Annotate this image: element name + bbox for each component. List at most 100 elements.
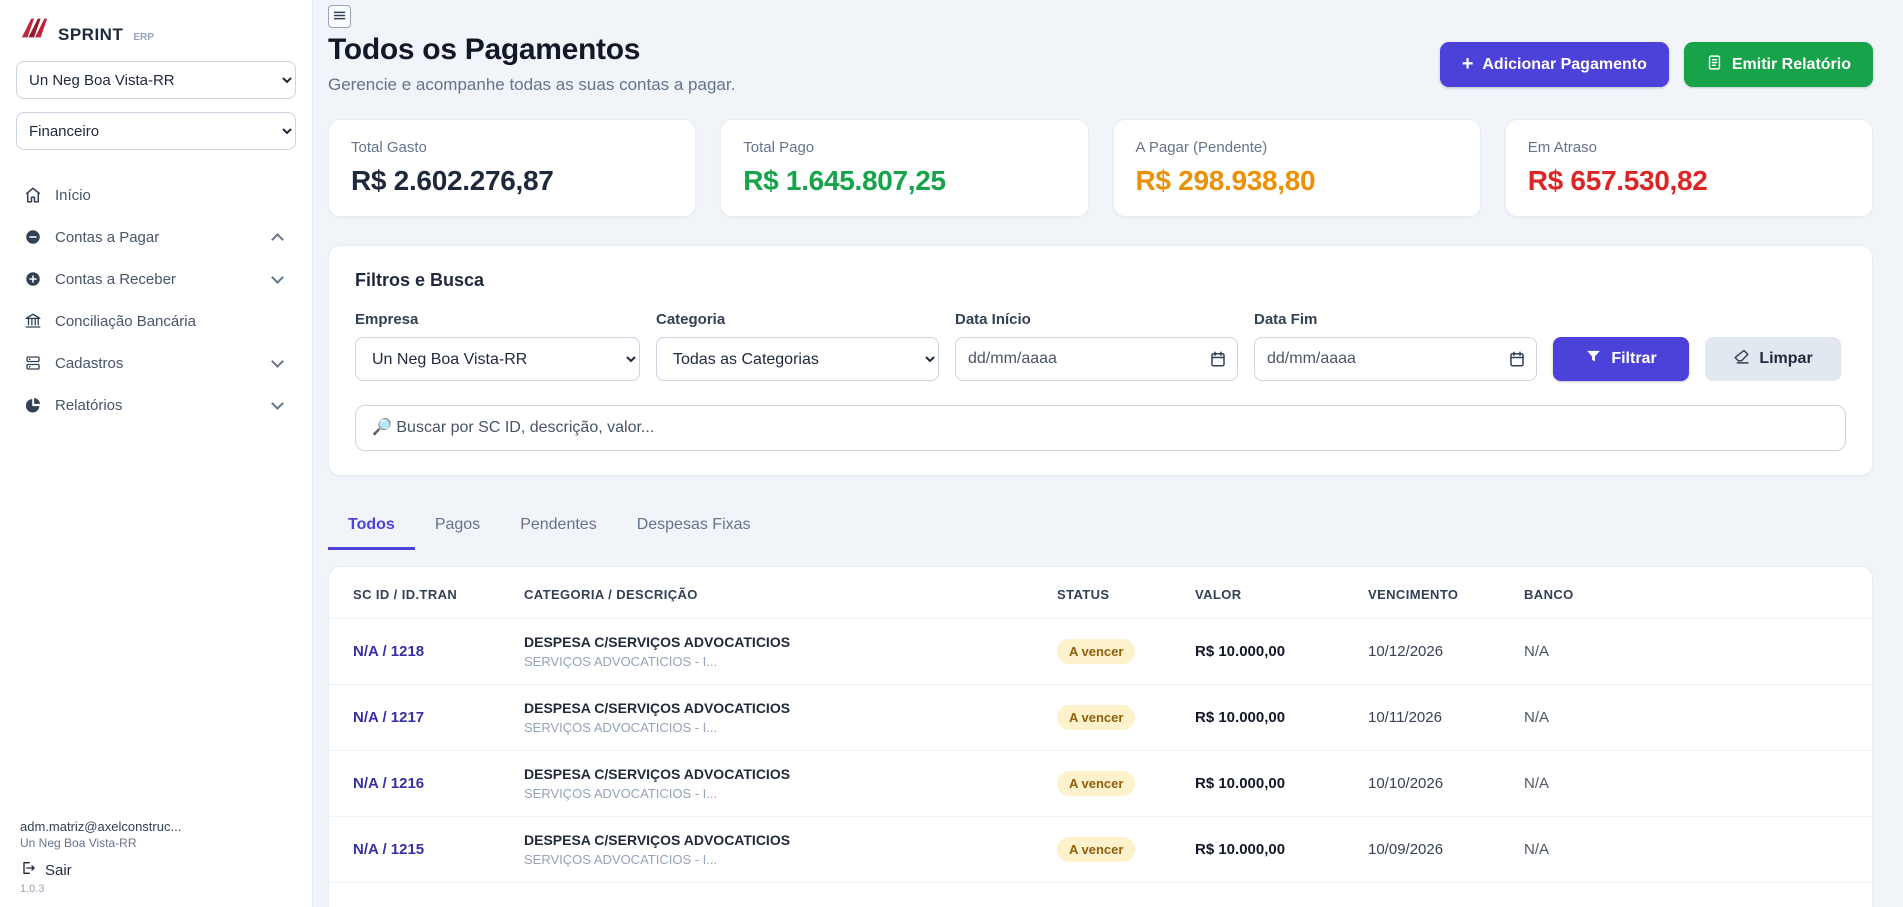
search-row: [355, 405, 1846, 451]
page-actions: + Adicionar Pagamento Emitir Relatório: [1440, 42, 1873, 87]
stat-value: R$ 298.938,80: [1136, 165, 1458, 197]
sidebar-item-conciliacao-bancaria[interactable]: Conciliação Bancária: [16, 303, 296, 339]
data-fim-input[interactable]: [1254, 337, 1537, 381]
document-icon: [1706, 54, 1723, 76]
row-bank: N/A: [1524, 643, 1549, 660]
stat-value: R$ 657.530,82: [1528, 165, 1850, 197]
row-category: DESPESA C/SERVIÇOS ADVOCATICIOS: [524, 766, 1049, 782]
home-icon: [24, 186, 42, 204]
user-unit: Un Neg Boa Vista-RR: [20, 836, 292, 850]
filtrar-label: Filtrar: [1611, 350, 1656, 368]
user-email: adm.matriz@axelconstruc...: [20, 819, 292, 834]
column-header-id: SC ID / ID.TRAN: [329, 567, 524, 619]
stat-card-a-pagar: A Pagar (Pendente) R$ 298.938,80: [1113, 119, 1481, 217]
search-input[interactable]: [355, 405, 1846, 451]
row-value: R$ 10.000,00: [1195, 775, 1285, 792]
column-header-status: STATUS: [1057, 567, 1195, 619]
chevron-down-icon: [271, 397, 284, 410]
add-payment-label: Adicionar Pagamento: [1482, 56, 1646, 74]
empresa-label: Empresa: [355, 311, 640, 328]
row-value: R$ 10.000,00: [1195, 841, 1285, 858]
empresa-select[interactable]: Un Neg Boa Vista-RR: [355, 337, 640, 381]
categoria-select[interactable]: Todas as Categorias: [656, 337, 939, 381]
filtrar-button[interactable]: Filtrar: [1553, 337, 1689, 381]
column-header-valor: VALOR: [1195, 567, 1368, 619]
row-id-link[interactable]: N/A / 1215: [353, 841, 424, 858]
table-row[interactable]: N/A / 1216 DESPESA C/SERVIÇOS ADVOCATICI…: [329, 751, 1872, 817]
row-description: SERVIÇOS ADVOCATICIOS - I...: [524, 786, 1049, 801]
status-badge: A vencer: [1057, 771, 1135, 796]
stat-label: A Pagar (Pendente): [1136, 139, 1458, 156]
table-row[interactable]: N/A / 1217 DESPESA C/SERVIÇOS ADVOCATICI…: [329, 685, 1872, 751]
limpar-label: Limpar: [1759, 350, 1812, 368]
row-value: R$ 10.000,00: [1195, 709, 1285, 726]
column-header-categoria: CATEGORIA / DESCRIÇÃO: [524, 567, 1057, 619]
add-payment-button[interactable]: + Adicionar Pagamento: [1440, 42, 1669, 87]
row-due-date: 10/10/2026: [1368, 775, 1443, 792]
table-row-partial: [329, 883, 1872, 907]
row-id-link[interactable]: N/A / 1218: [353, 643, 424, 660]
data-fim-field: Data Fim: [1254, 311, 1537, 381]
categoria-field: Categoria Todas as Categorias: [656, 311, 939, 381]
sidebar: SPRINT ERP Un Neg Boa Vista-RR Financeir…: [0, 0, 313, 907]
money-in-icon: [24, 270, 42, 288]
data-inicio-label: Data Início: [955, 311, 1238, 328]
stat-value: R$ 1.645.807,25: [743, 165, 1065, 197]
sidebar-item-contas-a-pagar[interactable]: Contas a Pagar: [16, 219, 296, 255]
table-row[interactable]: N/A / 1215 DESPESA C/SERVIÇOS ADVOCATICI…: [329, 817, 1872, 883]
column-header-vencimento: VENCIMENTO: [1368, 567, 1524, 619]
logout-label: Sair: [45, 862, 72, 879]
chevron-down-icon: [271, 355, 284, 368]
logout-icon: [20, 860, 36, 880]
sidebar-item-inicio[interactable]: Início: [16, 177, 296, 213]
emit-report-label: Emitir Relatório: [1732, 56, 1851, 74]
stat-card-total-pago: Total Pago R$ 1.645.807,25: [720, 119, 1088, 217]
stat-card-total-gasto: Total Gasto R$ 2.602.276,87: [328, 119, 696, 217]
sidebar-nav: Início Contas a Pagar Contas a Receber C…: [16, 177, 296, 423]
row-category: DESPESA C/SERVIÇOS ADVOCATICIOS: [524, 634, 1049, 650]
status-badge: A vencer: [1057, 639, 1135, 664]
logout-button[interactable]: Sair: [20, 860, 292, 880]
sidebar-item-cadastros[interactable]: Cadastros: [16, 345, 296, 381]
filters-title: Filtros e Busca: [355, 270, 1846, 291]
table-row[interactable]: N/A / 1218 DESPESA C/SERVIÇOS ADVOCATICI…: [329, 619, 1872, 685]
tab-pendentes[interactable]: Pendentes: [500, 508, 617, 550]
row-due-date: 10/11/2026: [1368, 709, 1442, 726]
data-fim-label: Data Fim: [1254, 311, 1537, 328]
sidebar-item-label: Contas a Receber: [55, 271, 176, 288]
business-unit-select[interactable]: Un Neg Boa Vista-RR: [16, 61, 296, 99]
filters-row: Empresa Un Neg Boa Vista-RR Categoria To…: [355, 311, 1846, 381]
row-due-date: 10/09/2026: [1368, 841, 1443, 858]
stat-label: Total Pago: [743, 139, 1065, 156]
row-description: SERVIÇOS ADVOCATICIOS - I...: [524, 852, 1049, 867]
status-badge: A vencer: [1057, 837, 1135, 862]
emit-report-button[interactable]: Emitir Relatório: [1684, 42, 1873, 87]
sidebar-toggle-button[interactable]: [328, 5, 351, 28]
categoria-label: Categoria: [656, 311, 939, 328]
tab-despesas-fixas[interactable]: Despesas Fixas: [617, 508, 771, 550]
plus-icon: +: [1462, 54, 1474, 74]
module-select[interactable]: Financeiro: [16, 112, 296, 150]
sidebar-item-label: Relatórios: [55, 397, 123, 414]
stat-value: R$ 2.602.276,87: [351, 165, 673, 197]
brand-logo-icon: [20, 16, 50, 45]
data-inicio-field: Data Início: [955, 311, 1238, 381]
sidebar-item-contas-a-receber[interactable]: Contas a Receber: [16, 261, 296, 297]
page-header-text: Todos os Pagamentos Gerencie e acompanhe…: [328, 33, 735, 95]
row-category: DESPESA C/SERVIÇOS ADVOCATICIOS: [524, 700, 1049, 716]
limpar-button[interactable]: Limpar: [1705, 337, 1841, 381]
stat-card-em-atraso: Em Atraso R$ 657.530,82: [1505, 119, 1873, 217]
sidebar-item-label: Contas a Pagar: [55, 229, 159, 246]
page-header: Todos os Pagamentos Gerencie e acompanhe…: [328, 33, 1873, 95]
row-id-link[interactable]: N/A / 1216: [353, 775, 424, 792]
bank-icon: [24, 312, 42, 330]
tab-todos[interactable]: Todos: [328, 508, 415, 550]
row-category: DESPESA C/SERVIÇOS ADVOCATICIOS: [524, 832, 1049, 848]
tab-pagos[interactable]: Pagos: [415, 508, 500, 550]
tabs: Todos Pagos Pendentes Despesas Fixas: [328, 508, 1873, 550]
brand: SPRINT ERP: [20, 16, 296, 45]
row-id-link[interactable]: N/A / 1217: [353, 709, 424, 726]
eraser-icon: [1733, 348, 1750, 370]
data-inicio-input[interactable]: [955, 337, 1238, 381]
sidebar-item-relatorios[interactable]: Relatórios: [16, 387, 296, 423]
